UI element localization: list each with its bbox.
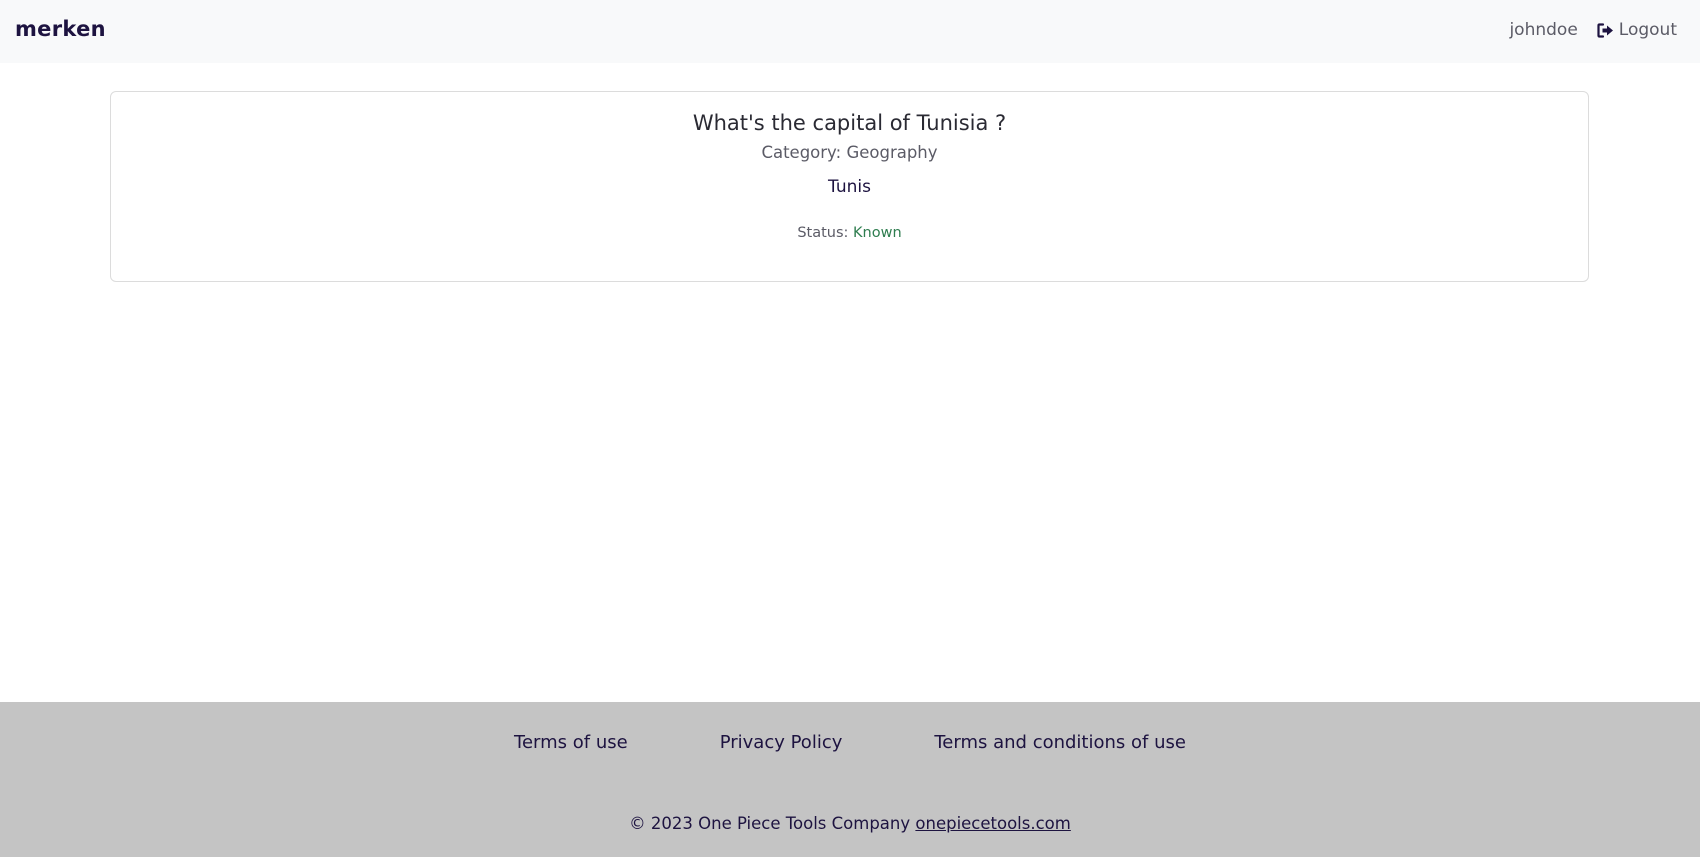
footer-links: Terms of use Privacy Policy Terms and co… bbox=[0, 732, 1700, 753]
card-question: What's the capital of Tunisia ? bbox=[692, 111, 1007, 135]
card-category: Category: Geography bbox=[111, 143, 1588, 162]
top-navbar: merken johndoe Logout bbox=[0, 0, 1700, 63]
flashcard: What's the capital of Tunisia ? Category… bbox=[110, 91, 1589, 282]
category-prefix: Category: bbox=[761, 143, 847, 162]
user-menu: johndoe Logout bbox=[1509, 20, 1677, 40]
card-answer: Tunis bbox=[828, 177, 871, 197]
footer-link-terms-and-conditions[interactable]: Terms and conditions of use bbox=[934, 732, 1186, 753]
status-badge: Known bbox=[853, 225, 902, 241]
logout-icon bbox=[1597, 22, 1614, 38]
card-status: Status: Known bbox=[111, 225, 1588, 241]
brand-logo[interactable]: merken bbox=[15, 17, 106, 41]
page-footer: Terms of use Privacy Policy Terms and co… bbox=[0, 702, 1700, 857]
logout-button[interactable]: Logout bbox=[1597, 20, 1677, 40]
footer-link-privacy-policy[interactable]: Privacy Policy bbox=[720, 732, 843, 753]
footer-link-terms-of-use[interactable]: Terms of use bbox=[514, 732, 628, 753]
username-link[interactable]: johndoe bbox=[1509, 20, 1577, 40]
copyright: © 2023 One Piece Tools Company onepiecet… bbox=[0, 814, 1700, 833]
category-value: Geography bbox=[846, 143, 938, 162]
status-prefix: Status: bbox=[797, 225, 854, 241]
copyright-text: © 2023 One Piece Tools Company bbox=[629, 814, 916, 833]
page: merken johndoe Logout What's the capital… bbox=[0, 0, 1700, 857]
company-link[interactable]: onepiecetools.com bbox=[915, 814, 1070, 833]
logout-label: Logout bbox=[1618, 20, 1677, 40]
